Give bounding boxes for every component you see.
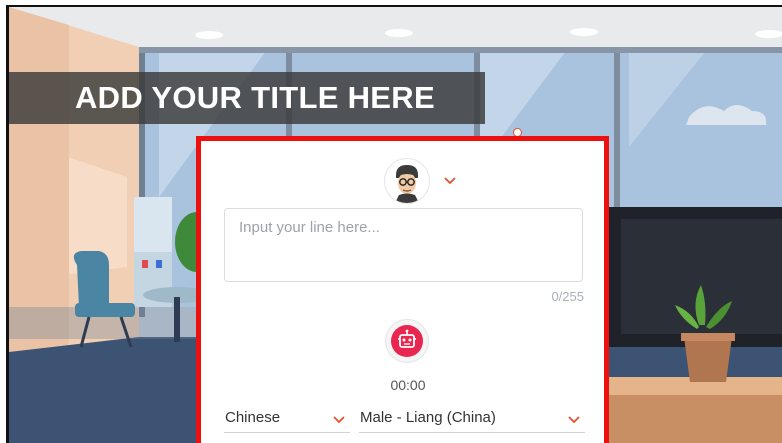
text-to-speech-button[interactable] xyxy=(385,319,429,363)
character-avatar-button[interactable] xyxy=(384,158,430,204)
chevron-down-icon xyxy=(333,416,345,424)
language-select[interactable]: Chinese xyxy=(224,403,350,433)
chevron-down-icon[interactable] xyxy=(443,175,457,185)
voice-value: Male - Liang (China) xyxy=(360,409,496,426)
language-value: Chinese xyxy=(225,409,281,426)
audio-timer: 00:00 xyxy=(390,377,426,393)
character-avatar-icon xyxy=(385,159,429,203)
chevron-down-icon xyxy=(568,416,580,424)
character-counter: 0/255 xyxy=(551,289,584,304)
voice-select[interactable]: Male - Liang (China) xyxy=(359,403,585,433)
scene-title[interactable]: ADD YOUR TITLE HERE xyxy=(75,80,435,116)
dialogue-editor-panel: 0/255 00:00 Chinese Male - Liang (China) xyxy=(196,136,609,443)
line-input[interactable] xyxy=(224,208,583,282)
robot-tts-icon xyxy=(398,329,416,348)
